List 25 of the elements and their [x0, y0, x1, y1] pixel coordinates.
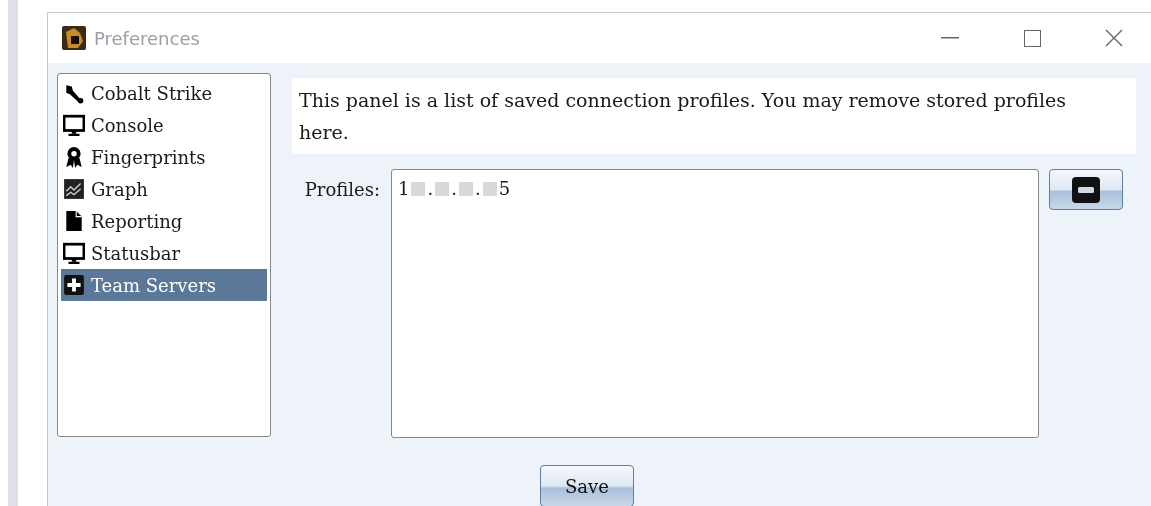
- award-icon: [63, 146, 85, 168]
- sidebar-item[interactable]: Cobalt Strike: [61, 77, 267, 109]
- chart-icon: [63, 178, 85, 200]
- profiles-label: Profiles:: [303, 178, 380, 202]
- minimize-icon: [941, 37, 959, 39]
- sidebar-item[interactable]: Statusbar: [61, 237, 267, 269]
- sidebar-item[interactable]: Fingerprints: [61, 141, 267, 173]
- monitor-icon: [63, 114, 85, 136]
- wrench-icon: [63, 82, 85, 104]
- remove-button[interactable]: [1049, 169, 1123, 210]
- save-button[interactable]: Save: [540, 465, 634, 506]
- app-logo-icon: [62, 26, 86, 50]
- sidebar-item[interactable]: Reporting: [61, 205, 267, 237]
- close-icon: [1105, 29, 1123, 47]
- description-text: This panel is a list of saved connection profiles. You may remove stored profiles here.: [292, 78, 1136, 154]
- minus-icon: [1072, 176, 1100, 203]
- sidebar-item[interactable]: Graph: [61, 173, 267, 205]
- sidebar-item[interactable]: Console: [61, 109, 267, 141]
- window-title: Preferences: [94, 27, 201, 49]
- sidebar-item[interactable]: Team Servers: [61, 269, 267, 301]
- monitor-icon: [63, 242, 85, 264]
- profile-item[interactable]: 1 . . . 5: [398, 178, 511, 199]
- maximize-icon: [1023, 29, 1041, 47]
- plus-icon: [63, 274, 85, 296]
- document-icon: [63, 210, 85, 232]
